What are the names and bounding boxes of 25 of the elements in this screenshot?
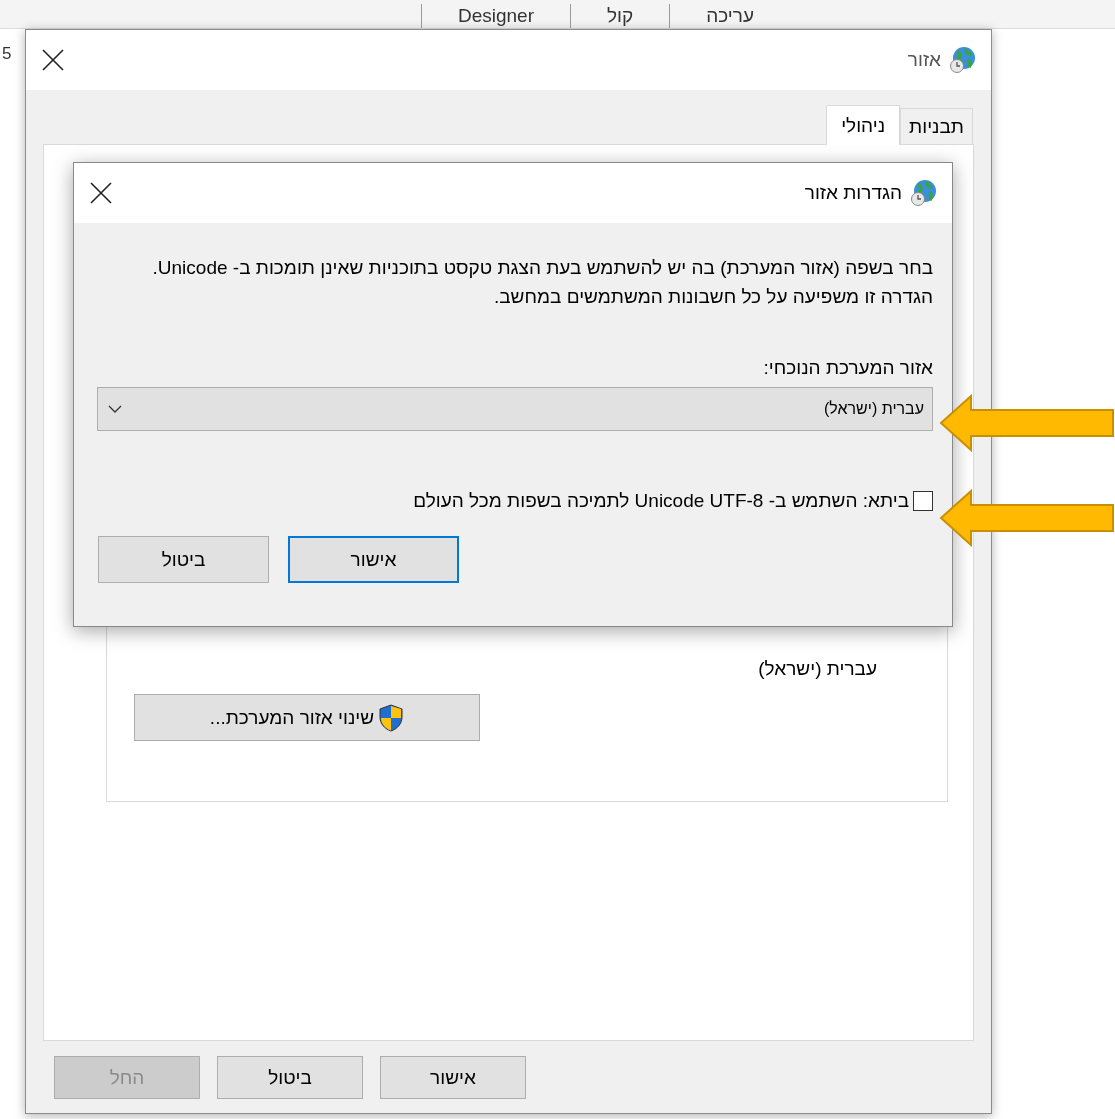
description-text: בחר בשפה (אזור המערכת) בה יש להשתמש בעת הצגת טקסט בתוכניות שאינן תומכות ב- Unicode. הגדרה זו משפיעה על כל חשבונות המשתמשים במחשב. [151,256,933,309]
tab[interactable]: תבניות [900,108,973,144]
change-system-locale-button[interactable]: שינוי אזור המערכת... [134,694,480,741]
current-locale-text: עברית (ישראל) [757,658,877,680]
dialog-title: הגדרות אזור [804,182,902,204]
background-tab[interactable]: Designer [420,4,570,28]
dialog-button[interactable]: אישור [288,536,459,583]
globe-icon [949,46,977,74]
close-icon [90,182,112,204]
dialog-button[interactable]: אישור [380,1056,526,1099]
checkbox[interactable] [913,491,933,511]
locale-dropdown[interactable]: עברית (ישראל) [97,387,933,431]
close-icon [42,49,64,71]
window-title: אזור [907,49,941,71]
field-label: אזור המערכת הנוכחי: [763,357,933,379]
chevron-down-icon [108,405,122,413]
background-tab[interactable]: קול [570,4,670,28]
shield-icon [378,703,405,732]
dialog-button[interactable]: ביטול [217,1056,363,1099]
globe-icon [910,179,938,207]
tab[interactable]: ניהולי [826,105,901,145]
background-text: 5 [2,44,12,64]
background-tab[interactable]: עריכה [669,4,790,28]
dialog-button[interactable]: ביטול [98,536,269,583]
checkbox-label: ביתא: השתמש ב- Unicode UTF-8 לתמיכה בשפות מכל העולם [413,490,909,512]
